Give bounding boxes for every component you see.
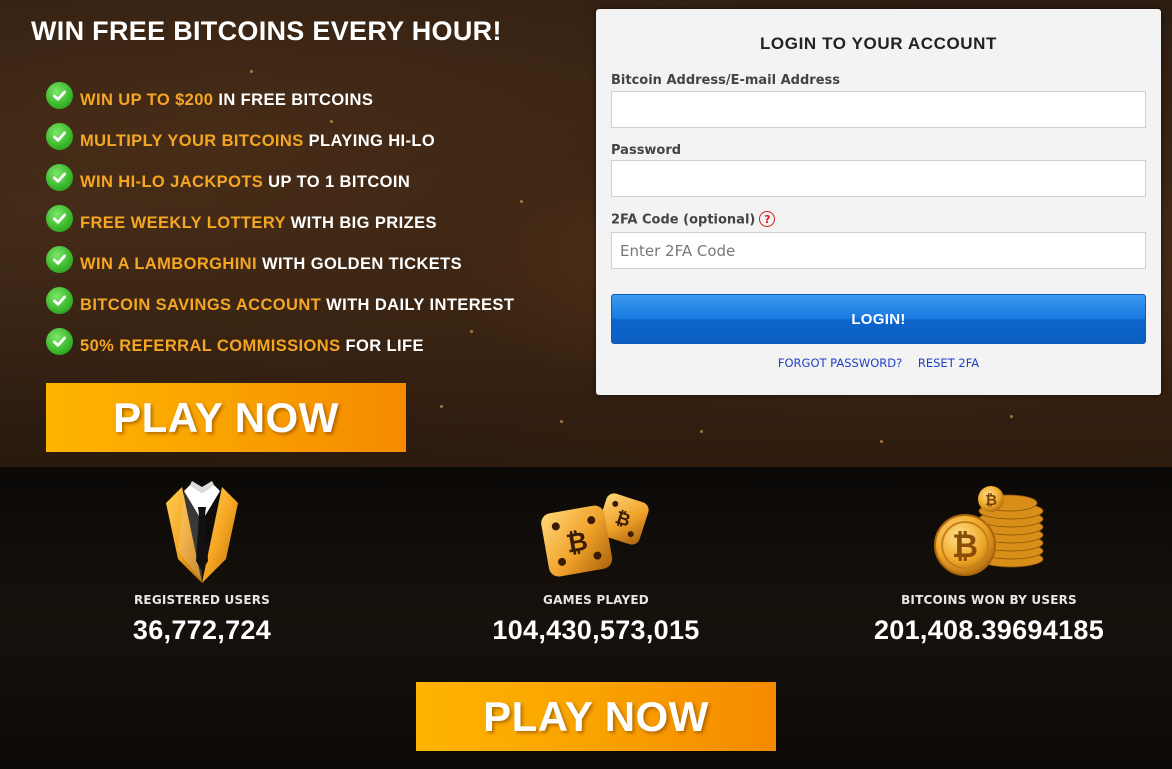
feature-rest: WITH DAILY INTEREST <box>321 296 515 314</box>
play-now-button-footer[interactable]: PLAY NOW <box>416 682 776 751</box>
feature-text: 50% REFERRAL COMMISSIONS FOR LIFE <box>80 337 424 356</box>
stat-value: 104,430,573,015 <box>492 615 700 645</box>
sparkle-decoration <box>700 430 703 433</box>
feature-rest: WITH GOLDEN TICKETS <box>256 255 463 273</box>
feature-highlight: FREE WEEKLY LOTTERY <box>80 214 286 232</box>
feature-item: 50% REFERRAL COMMISSIONS FOR LIFE <box>46 328 514 369</box>
feature-highlight: WIN HI-LO JACKPOTS <box>80 173 264 191</box>
help-icon[interactable]: ? <box>759 211 776 227</box>
login-title: LOGIN TO YOUR ACCOUNT <box>759 34 998 53</box>
stat-label: BITCOINS WON BY USERS <box>901 593 1077 607</box>
twofa-input[interactable] <box>611 232 1146 269</box>
tuxedo-icon <box>166 481 238 583</box>
feature-text: WIN HI-LO JACKPOTS UP TO 1 BITCOIN <box>80 173 410 192</box>
feature-highlight: WIN A LAMBORGHINI <box>80 255 257 273</box>
checkmark-icon <box>46 205 73 232</box>
checkmark-icon <box>46 82 73 109</box>
hero-section: WIN FREE BITCOINS EVERY HOUR! WIN UP TO … <box>0 0 1172 467</box>
password-label: Password <box>611 143 682 158</box>
login-panel: LOGIN TO YOUR ACCOUNT Bitcoin Address/E-… <box>596 9 1161 395</box>
svg-text:₿: ₿ <box>952 527 978 565</box>
feature-item: WIN HI-LO JACKPOTS UP TO 1 BITCOIN <box>46 164 514 205</box>
stats-section: REGISTERED USERS 36,772,724 ₿ ₿ GAMES PL <box>0 467 1172 769</box>
svg-text:₿: ₿ <box>985 491 997 509</box>
feature-item: WIN UP TO $200 IN FREE BITCOINS <box>46 82 514 123</box>
dice-icon: ₿ ₿ <box>541 493 649 577</box>
sparkle-decoration <box>1010 415 1013 418</box>
feature-highlight: BITCOIN SAVINGS ACCOUNT <box>80 296 322 314</box>
feature-highlight: WIN UP TO $200 <box>80 91 214 109</box>
password-input[interactable] <box>611 160 1146 197</box>
feature-highlight: 50% REFERRAL COMMISSIONS <box>80 337 341 355</box>
feature-rest: IN FREE BITCOINS <box>213 91 374 109</box>
twofa-label: 2FA Code (optional) <box>611 212 756 228</box>
feature-text: FREE WEEKLY LOTTERY WITH BIG PRIZES <box>80 214 437 233</box>
checkmark-icon <box>46 328 73 355</box>
feature-rest: PLAYING HI-LO <box>303 132 436 150</box>
bitcoin-coins-icon: ₿ ₿ <box>934 486 1044 576</box>
address-label: Bitcoin Address/E-mail Address <box>611 73 840 88</box>
stat-value: 201,408.39694185 <box>873 615 1105 645</box>
feature-rest: WITH BIG PRIZES <box>285 214 437 232</box>
feature-highlight: MULTIPLY YOUR BITCOINS <box>80 132 304 150</box>
feature-text: BITCOIN SAVINGS ACCOUNT WITH DAILY INTER… <box>80 296 514 315</box>
login-button[interactable]: LOGIN! <box>611 294 1146 344</box>
sparkle-decoration <box>520 200 523 203</box>
checkmark-icon <box>46 164 73 191</box>
feature-item: MULTIPLY YOUR BITCOINS PLAYING HI-LO <box>46 123 514 164</box>
stat-value: 36,772,724 <box>132 615 272 645</box>
feature-text: MULTIPLY YOUR BITCOINS PLAYING HI-LO <box>80 132 435 151</box>
feature-list: WIN UP TO $200 IN FREE BITCOINS MULTIPLY… <box>46 82 514 369</box>
feature-item: WIN A LAMBORGHINI WITH GOLDEN TICKETS <box>46 246 514 287</box>
reset-2fa-link[interactable]: RESET 2FA <box>918 356 979 370</box>
feature-text: WIN A LAMBORGHINI WITH GOLDEN TICKETS <box>80 255 462 274</box>
twofa-label-row: 2FA Code (optional)? <box>611 211 776 228</box>
sparkle-decoration <box>250 70 253 73</box>
stat-label: GAMES PLAYED <box>543 593 649 607</box>
checkmark-icon <box>46 246 73 273</box>
sparkle-decoration <box>880 440 883 443</box>
checkmark-icon <box>46 123 73 150</box>
sparkle-decoration <box>560 420 563 423</box>
feature-rest: UP TO 1 BITCOIN <box>263 173 411 191</box>
play-now-button[interactable]: PLAY NOW <box>46 383 406 452</box>
sparkle-decoration <box>440 405 443 408</box>
address-input[interactable] <box>611 91 1146 128</box>
login-links: FORGOT PASSWORD? RESET 2FA <box>596 356 1161 370</box>
feature-item: BITCOIN SAVINGS ACCOUNT WITH DAILY INTER… <box>46 287 514 328</box>
feature-text: WIN UP TO $200 IN FREE BITCOINS <box>80 91 373 110</box>
stat-label: REGISTERED USERS <box>133 593 271 607</box>
feature-rest: FOR LIFE <box>340 337 424 355</box>
forgot-password-link[interactable]: FORGOT PASSWORD? <box>778 356 902 370</box>
feature-item: FREE WEEKLY LOTTERY WITH BIG PRIZES <box>46 205 514 246</box>
checkmark-icon <box>46 287 73 314</box>
page-headline: WIN FREE BITCOINS EVERY HOUR! <box>31 16 502 46</box>
